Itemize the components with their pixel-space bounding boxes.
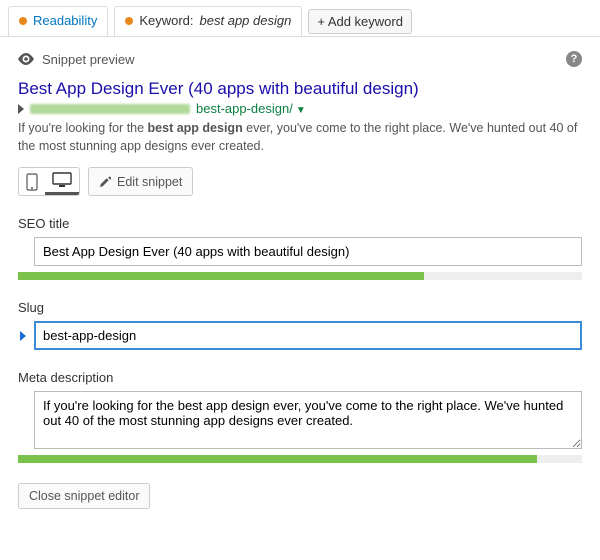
meta-description-input[interactable]: [34, 391, 582, 449]
slug-label: Slug: [18, 300, 582, 315]
snippet-preview-label: Snippet preview: [42, 52, 135, 67]
eye-icon: [18, 53, 34, 65]
snippet-panel: Snippet preview ? Best App Design Ever (…: [0, 36, 600, 527]
seo-title-label: SEO title: [18, 216, 582, 231]
tab-keyword[interactable]: Keyword: best app design: [114, 6, 302, 36]
device-toggle: [18, 167, 80, 196]
pencil-icon: [99, 176, 111, 188]
device-mobile-button[interactable]: [19, 168, 45, 195]
meta-description-progress: [18, 455, 582, 463]
tab-label: Readability: [33, 13, 97, 28]
chevron-down-icon[interactable]: ▼: [296, 105, 306, 116]
tab-keyword-value: best app design: [200, 13, 292, 28]
active-field-caret-icon: [20, 331, 26, 341]
serp-url-domain-redacted: [30, 104, 190, 114]
add-keyword-button[interactable]: + Add keyword: [308, 9, 412, 34]
add-keyword-label: + Add keyword: [317, 14, 403, 29]
tab-label-prefix: Keyword:: [139, 13, 193, 28]
meta-description-label: Meta description: [18, 370, 582, 385]
seo-title-input[interactable]: [34, 237, 582, 266]
close-snippet-editor-label: Close snippet editor: [29, 489, 139, 503]
serp-title: Best App Design Ever (40 apps with beaut…: [18, 79, 582, 99]
edit-snippet-label: Edit snippet: [117, 175, 182, 189]
meta-description-block: Meta description: [18, 370, 582, 463]
expand-caret-icon[interactable]: [18, 104, 24, 114]
close-snippet-editor-button[interactable]: Close snippet editor: [18, 483, 150, 509]
device-desktop-button[interactable]: [45, 168, 79, 195]
status-dot-icon: [125, 17, 133, 25]
slug-input[interactable]: [34, 321, 582, 350]
seo-title-progress: [18, 272, 582, 280]
tabs-bar: Readability Keyword: best app design + A…: [0, 0, 600, 36]
tab-readability[interactable]: Readability: [8, 6, 108, 36]
help-icon[interactable]: ?: [566, 51, 582, 67]
snippet-preview-header: Snippet preview ?: [18, 51, 582, 67]
serp-url-slug: best-app-design/▼: [196, 101, 306, 116]
status-dot-icon: [19, 17, 27, 25]
serp-url-row: best-app-design/▼: [18, 101, 582, 116]
preview-toolbar: Edit snippet: [18, 167, 582, 196]
seo-title-block: SEO title: [18, 216, 582, 280]
slug-block: Slug: [18, 300, 582, 350]
edit-snippet-button[interactable]: Edit snippet: [88, 167, 193, 196]
serp-description: If you're looking for the best app desig…: [18, 120, 582, 155]
serp-preview: Best App Design Ever (40 apps with beaut…: [18, 79, 582, 196]
